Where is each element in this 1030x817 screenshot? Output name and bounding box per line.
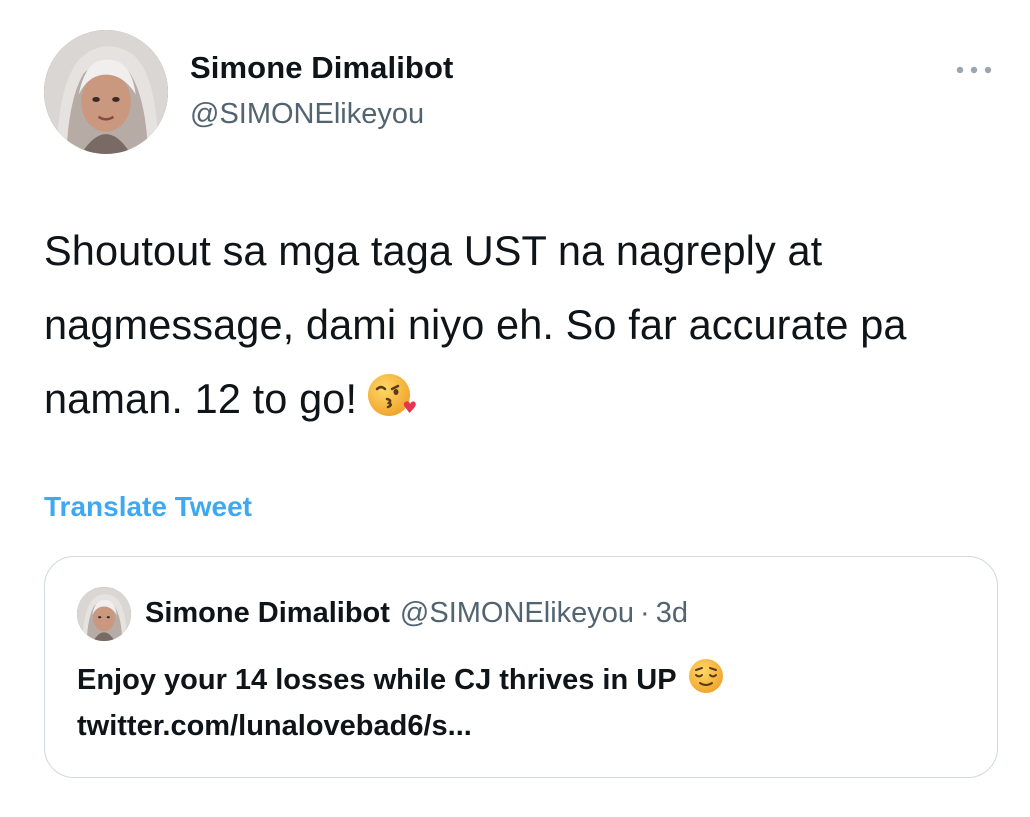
tweet: Simone Dimalibot @SIMONElikeyou Shoutout… [0,0,1030,817]
quoted-tweet-link[interactable]: twitter.com/lunalovebad6/s... [77,710,472,742]
translate-tweet-link[interactable]: Translate Tweet [44,491,252,523]
quoted-separator: · [640,597,650,629]
avatar-portrait-icon [77,587,131,641]
author-avatar[interactable] [44,30,168,154]
tweet-text: Shoutout sa mga taga UST na nagreply at … [44,227,907,422]
quoted-tweet-header: Simone Dimalibot @SIMONElikeyou · 3d [145,597,688,630]
quoted-tweet-card[interactable]: Simone Dimalibot @SIMONElikeyou · 3d Enjoy … [44,556,998,778]
more-dots-icon[interactable] [952,60,996,80]
kissing-face-with-heart-emoji-icon [365,369,417,421]
quoted-tweet-text: Enjoy your 14 losses while CJ thrives in… [77,664,677,696]
avatar-portrait-icon [44,30,168,154]
quoted-author-name: Simone Dimalibot [145,597,390,629]
author-handle[interactable]: @SIMONElikeyou [190,98,424,131]
quoted-timestamp: 3d [655,597,688,629]
quoted-author-avatar [77,587,131,641]
tweet-body: Shoutout sa mga taga UST na nagreply at … [44,214,984,436]
quoted-author-handle: @SIMONElikeyou [399,597,635,629]
quoted-tweet-body: Enjoy your 14 losses while CJ thrives in… [77,657,957,749]
author-name[interactable]: Simone Dimalibot [190,50,453,86]
relieved-face-emoji-icon [687,657,725,695]
